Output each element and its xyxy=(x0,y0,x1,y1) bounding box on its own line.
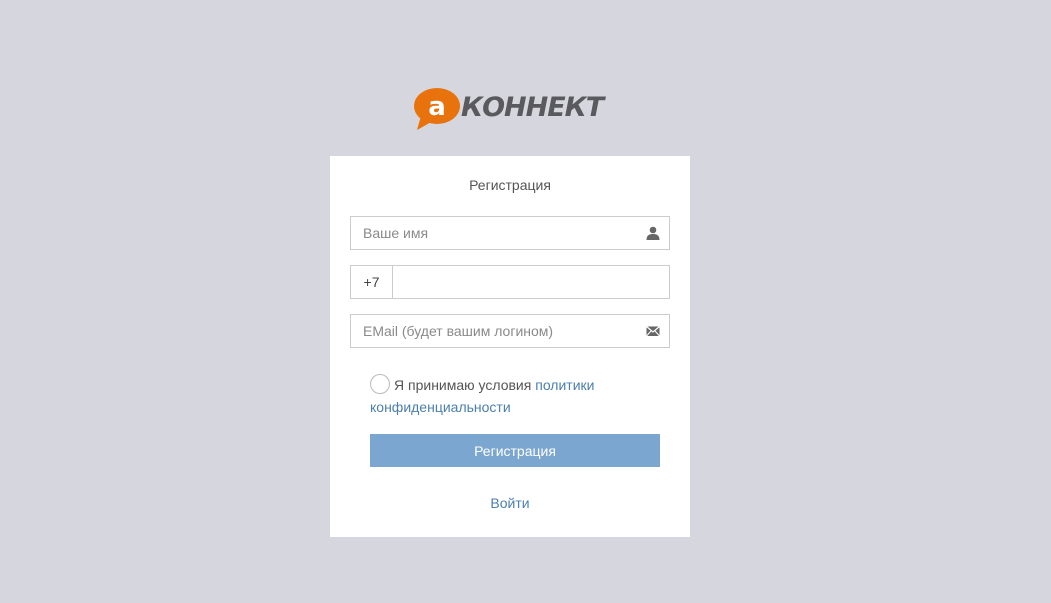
phone-prefix: +7 xyxy=(351,266,393,298)
consent-checkbox[interactable] xyxy=(370,374,390,395)
register-button[interactable]: Регистрация xyxy=(370,434,660,467)
phone-input[interactable] xyxy=(393,266,669,298)
phone-field: +7 xyxy=(350,265,670,299)
logo-wordmark: КОННЕКТ xyxy=(461,92,604,123)
name-input[interactable] xyxy=(351,217,669,249)
brand-logo: а КОННЕКТ xyxy=(413,86,613,132)
registration-card: Регистрация +7 Я принимаю условия полити… xyxy=(330,156,690,537)
envelope-icon xyxy=(646,326,660,337)
login-link[interactable]: Войти xyxy=(330,495,690,511)
consent-row: Я принимаю условия политики конфиденциал… xyxy=(370,374,660,418)
user-icon xyxy=(646,226,660,240)
consent-text: Я принимаю условия xyxy=(394,377,536,393)
email-input[interactable] xyxy=(351,315,669,347)
speech-bubble-icon: а xyxy=(414,88,460,130)
name-field xyxy=(350,216,670,250)
logo-letter: а xyxy=(428,92,446,122)
form-title: Регистрация xyxy=(469,177,551,193)
email-field xyxy=(350,314,670,348)
